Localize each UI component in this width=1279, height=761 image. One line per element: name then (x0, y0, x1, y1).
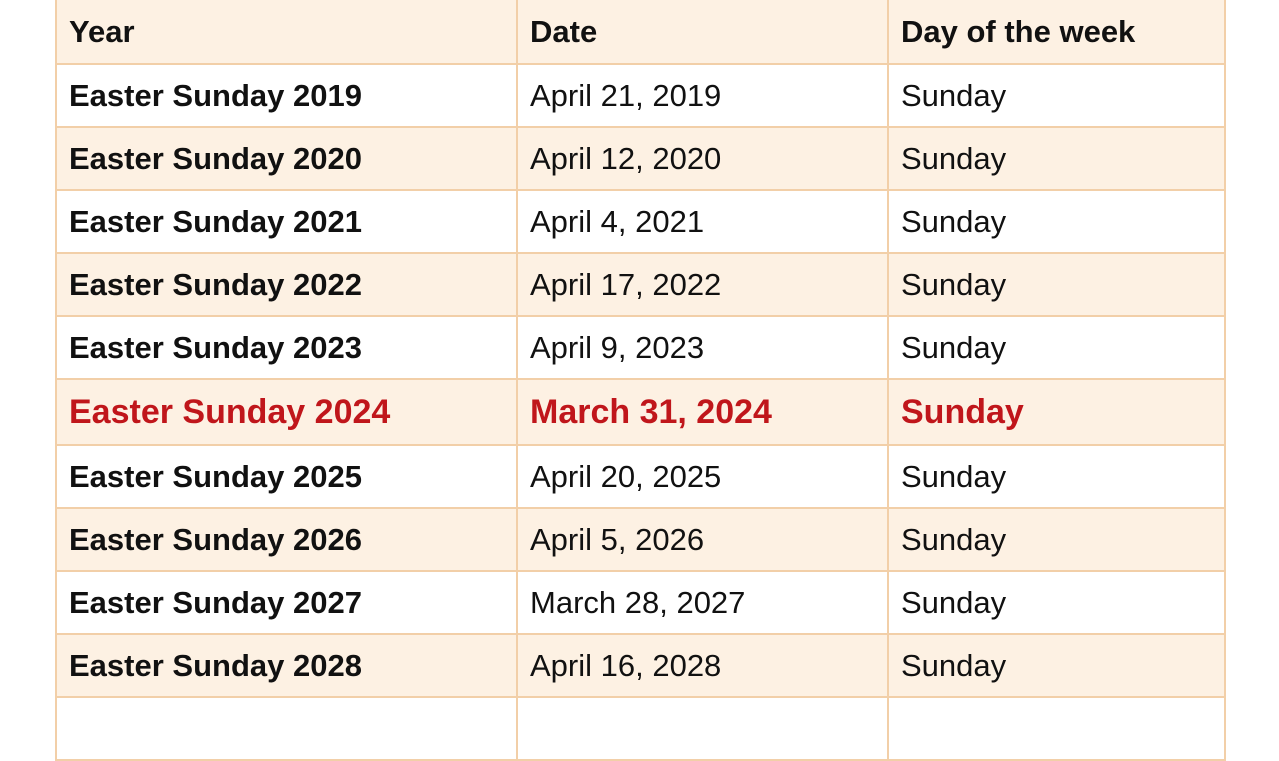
date-cell: April 4, 2021 (516, 189, 889, 254)
day-cell: Sunday (887, 444, 1226, 509)
date-cell: April 12, 2020 (516, 126, 889, 191)
header-year: Year (55, 0, 518, 65)
date-cell: April 16, 2028 (516, 633, 889, 698)
easter-dates-table: Year Date Day of the week Easter Sunday … (55, 0, 1226, 761)
date-cell: March 31, 2024 (516, 378, 889, 446)
table-row: Easter Sunday 2025 April 20, 2025 Sunday (55, 444, 1226, 509)
year-cell: Easter Sunday 2021 (55, 189, 518, 254)
table-header-row: Year Date Day of the week (55, 0, 1226, 65)
year-cell: Easter Sunday 2028 (55, 633, 518, 698)
year-cell: Easter Sunday 2019 (55, 63, 518, 128)
day-cell: Sunday (887, 507, 1226, 572)
date-cell: March 28, 2027 (516, 570, 889, 635)
table-row: Easter Sunday 2020 April 12, 2020 Sunday (55, 126, 1226, 191)
empty-cell (55, 696, 518, 761)
table-row: Easter Sunday 2019 April 21, 2019 Sunday (55, 63, 1226, 128)
year-cell: Easter Sunday 2023 (55, 315, 518, 380)
year-cell: Easter Sunday 2020 (55, 126, 518, 191)
year-cell: Easter Sunday 2024 (55, 378, 518, 446)
year-cell: Easter Sunday 2026 (55, 507, 518, 572)
day-cell: Sunday (887, 252, 1226, 317)
day-cell: Sunday (887, 570, 1226, 635)
day-cell: Sunday (887, 126, 1226, 191)
table-row: Easter Sunday 2021 April 4, 2021 Sunday (55, 189, 1226, 254)
table-row: Easter Sunday 2023 April 9, 2023 Sunday (55, 315, 1226, 380)
year-cell: Easter Sunday 2022 (55, 252, 518, 317)
day-cell: Sunday (887, 63, 1226, 128)
table-row-highlighted: Easter Sunday 2024 March 31, 2024 Sunday (55, 378, 1226, 446)
header-day-of-week: Day of the week (887, 0, 1226, 65)
table-row: Easter Sunday 2022 April 17, 2022 Sunday (55, 252, 1226, 317)
date-cell: April 17, 2022 (516, 252, 889, 317)
year-cell: Easter Sunday 2025 (55, 444, 518, 509)
day-cell: Sunday (887, 633, 1226, 698)
day-cell: Sunday (887, 315, 1226, 380)
date-cell: April 21, 2019 (516, 63, 889, 128)
empty-cell (887, 696, 1226, 761)
year-cell: Easter Sunday 2027 (55, 570, 518, 635)
date-cell: April 9, 2023 (516, 315, 889, 380)
header-date: Date (516, 0, 889, 65)
table-row-partial (55, 696, 1226, 761)
date-cell: April 5, 2026 (516, 507, 889, 572)
day-cell: Sunday (887, 189, 1226, 254)
day-cell: Sunday (887, 378, 1226, 446)
date-cell: April 20, 2025 (516, 444, 889, 509)
table-row: Easter Sunday 2027 March 28, 2027 Sunday (55, 570, 1226, 635)
table-row: Easter Sunday 2028 April 16, 2028 Sunday (55, 633, 1226, 698)
empty-cell (516, 696, 889, 761)
table-row: Easter Sunday 2026 April 5, 2026 Sunday (55, 507, 1226, 572)
